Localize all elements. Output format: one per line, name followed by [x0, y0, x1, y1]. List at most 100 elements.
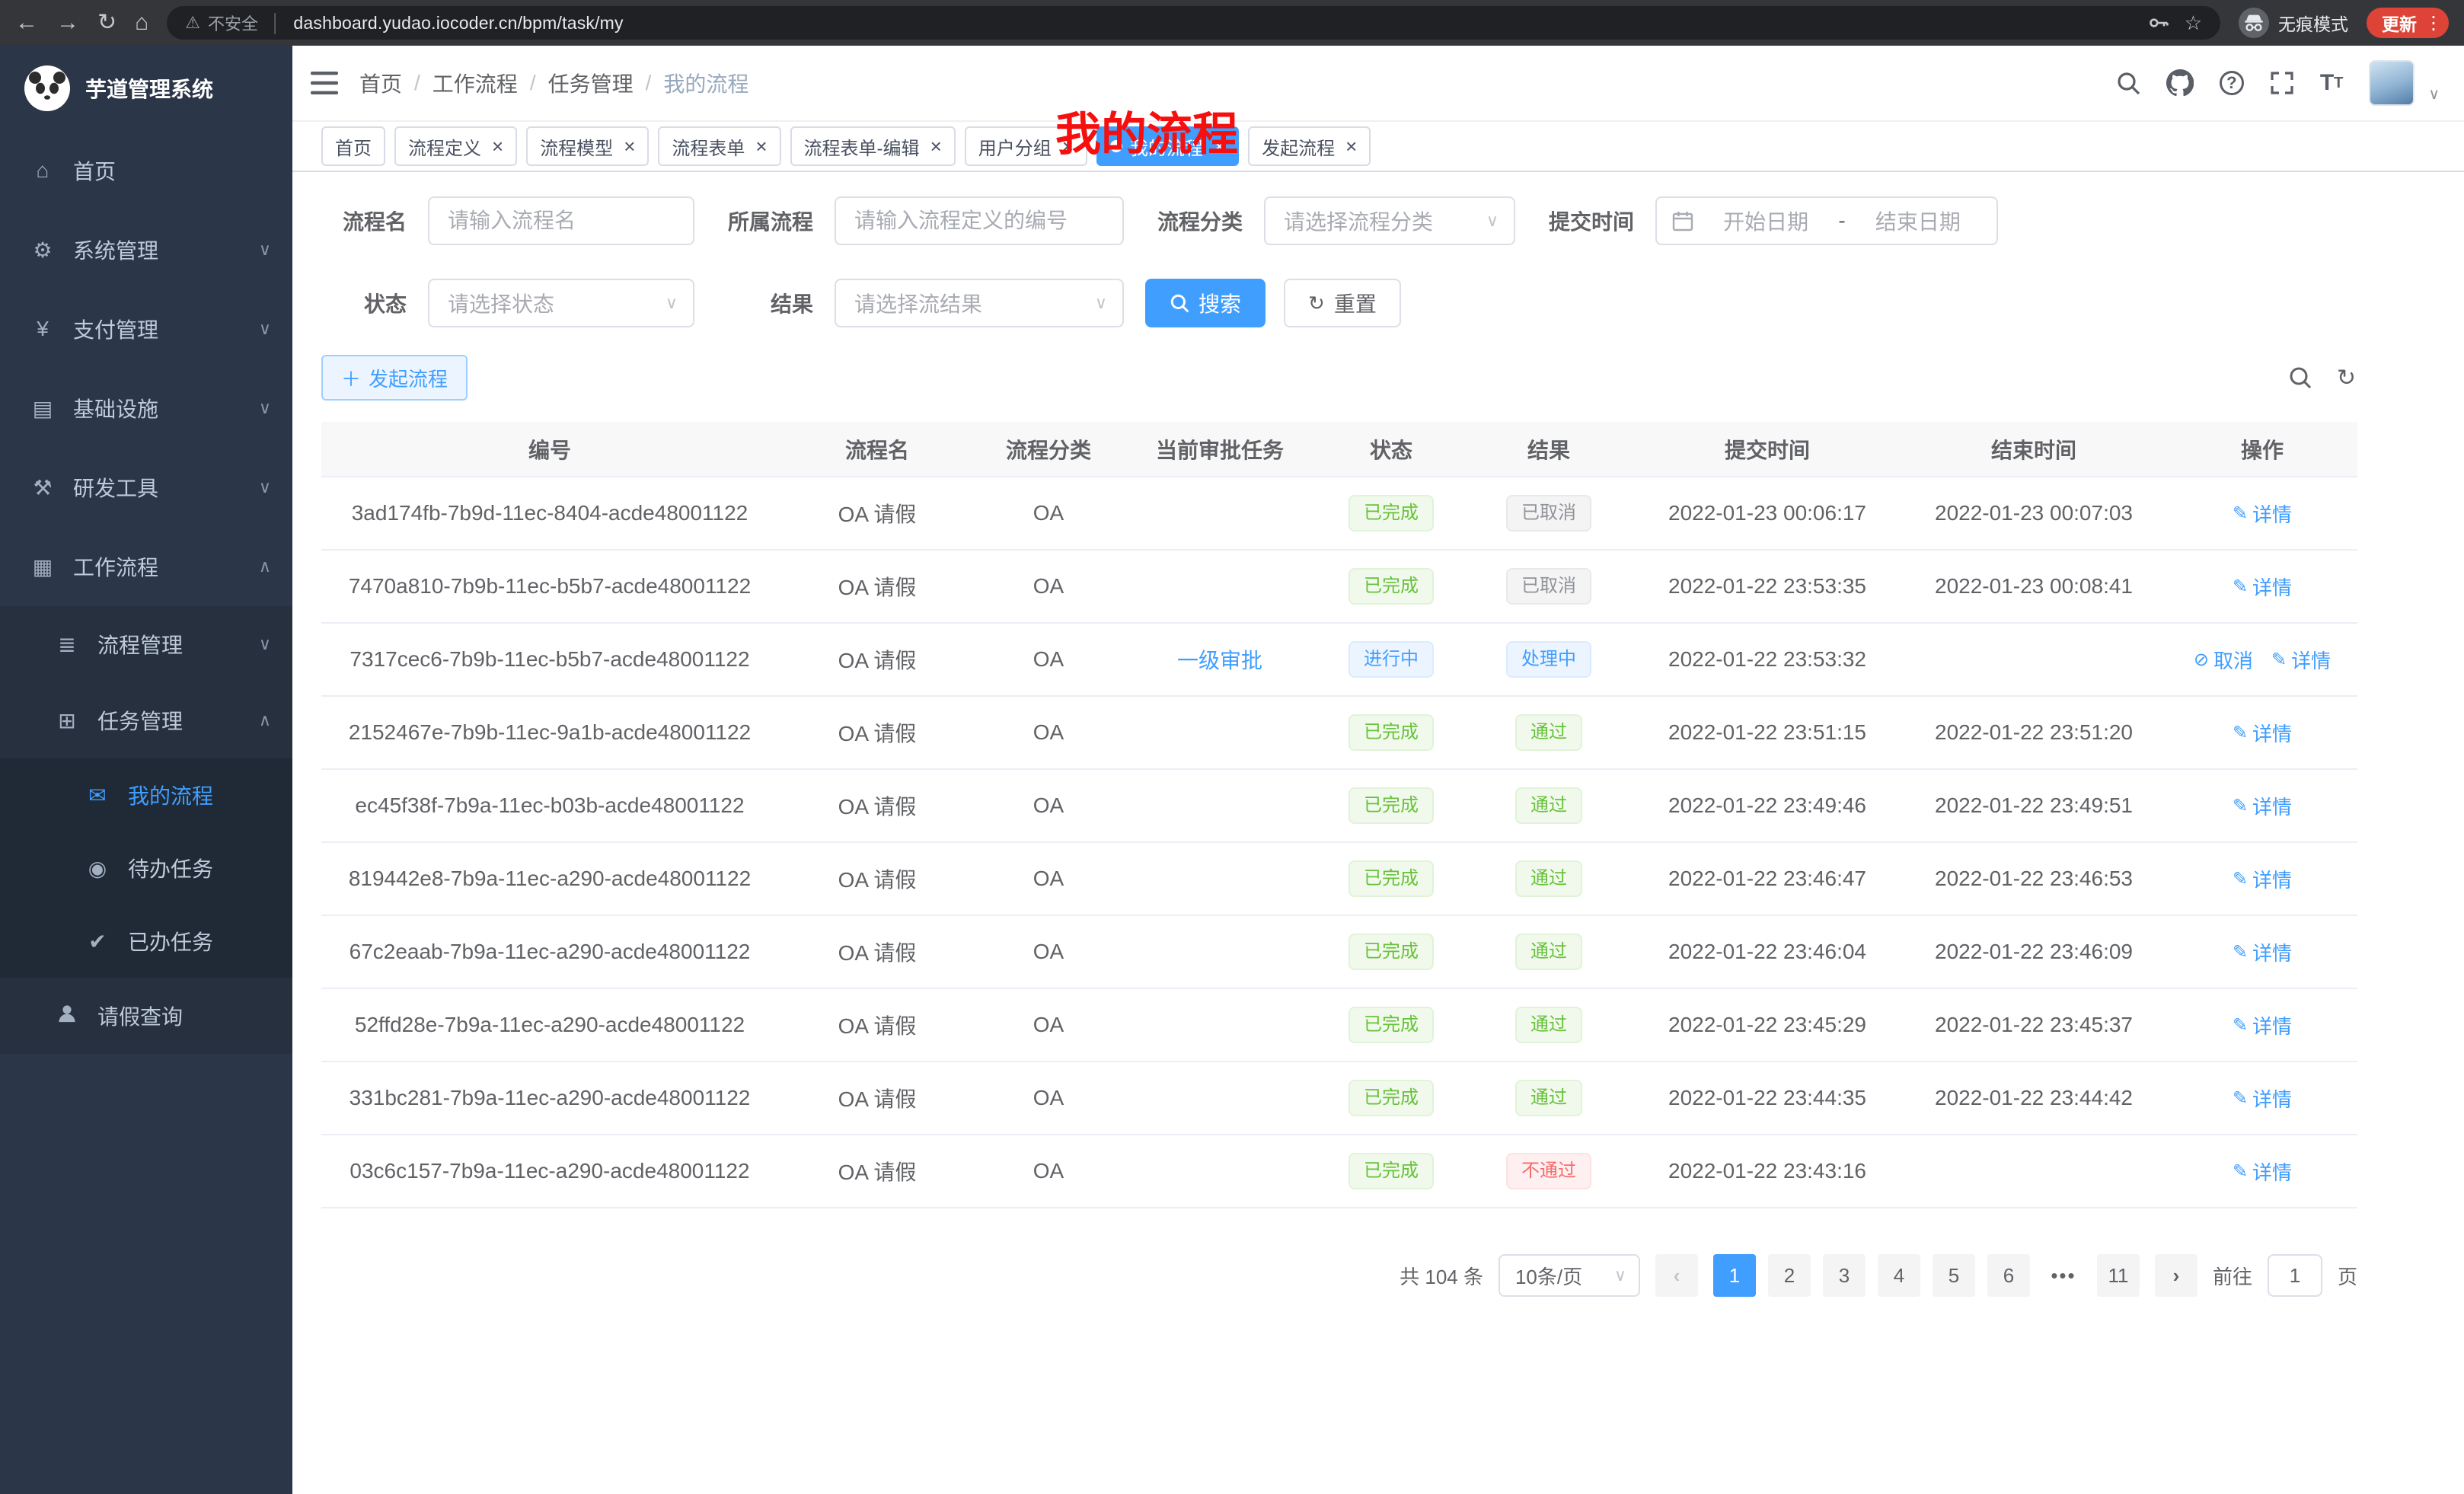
result-select[interactable]: 请选择流结果 ∨	[835, 279, 1124, 327]
hamburger-icon[interactable]	[311, 72, 338, 94]
tab-首页[interactable]: 首页	[321, 126, 385, 166]
detail-action-link[interactable]: ✎详情	[2233, 573, 2292, 601]
current-task-link[interactable]: 一级审批	[1177, 649, 1262, 672]
key-icon[interactable]	[2148, 12, 2169, 34]
close-icon[interactable]: ×	[1345, 136, 1357, 156]
sidebar-item-我的流程[interactable]: ✉我的流程	[0, 758, 292, 832]
status-select[interactable]: 请选择状态 ∨	[428, 279, 694, 327]
sidebar-item-支付管理[interactable]: ¥支付管理∨	[0, 289, 292, 369]
fullscreen-icon[interactable]	[2270, 71, 2294, 95]
sidebar-item-任务管理[interactable]: ⊞任务管理∧	[0, 682, 292, 758]
submit-time-range-picker[interactable]: 开始日期 - 结束日期	[1655, 196, 1998, 245]
page-button-5[interactable]: 5	[1933, 1254, 1975, 1297]
sidebar-item-label: 支付管理	[73, 314, 158, 344]
not-secure-warning[interactable]: ⚠ 不安全	[185, 11, 258, 35]
page-button-3[interactable]: 3	[1823, 1254, 1866, 1297]
sidebar-item-已办任务[interactable]: ✔已办任务	[0, 905, 292, 978]
category-select[interactable]: 请选择流程分类 ∨	[1264, 196, 1515, 245]
page-button-2[interactable]: 2	[1768, 1254, 1811, 1297]
sidebar-item-基础设施[interactable]: ▤基础设施∨	[0, 369, 292, 448]
app-logo[interactable]: 芋道管理系统	[0, 46, 292, 131]
prev-page-button[interactable]: ‹	[1655, 1254, 1698, 1297]
detail-action-link[interactable]: ✎详情	[2233, 500, 2292, 528]
column-header-提交时间: 提交时间	[1634, 422, 1901, 477]
address-bar[interactable]: ⚠ 不安全 │ dashboard.yudao.iocoder.cn/bpm/t…	[167, 6, 2220, 40]
tab-流程表单-编辑[interactable]: 流程表单-编辑×	[790, 126, 956, 166]
close-icon[interactable]: ×	[930, 136, 942, 156]
cell-submit-time: 2022-01-22 23:45:29	[1634, 988, 1901, 1061]
search-button[interactable]: 搜索	[1145, 279, 1266, 327]
help-icon[interactable]: ?	[2220, 71, 2244, 95]
cell-current-task	[1121, 769, 1319, 842]
close-icon[interactable]: ×	[755, 136, 767, 156]
cell-actions: ✎详情	[2167, 842, 2357, 915]
kebab-menu-icon[interactable]: ⋮	[2424, 12, 2443, 34]
breadcrumb-item-首页[interactable]: 首页	[359, 68, 402, 98]
tab-label: 我的流程	[1130, 133, 1203, 160]
sidebar-item-工作流程[interactable]: ▦工作流程∧	[0, 527, 292, 606]
tab-label: 流程模型	[540, 133, 613, 160]
font-size-icon[interactable]: TT	[2320, 70, 2344, 96]
tab-我的流程[interactable]: 我的流程 ×	[1096, 126, 1239, 166]
detail-action-link[interactable]: ✎详情	[2233, 792, 2292, 820]
filter-form: 流程名 所属流程 流程分类 请选择流程分类 ∨ 提交时间 开始日期	[321, 196, 2435, 327]
chat-icon: ✉	[85, 783, 110, 808]
reset-button[interactable]: ↻ 重置	[1284, 279, 1401, 327]
cell-current-task	[1121, 550, 1319, 623]
process-name-input[interactable]	[428, 196, 694, 245]
tab-流程定义[interactable]: 流程定义×	[394, 126, 517, 166]
goto-page-input[interactable]	[2268, 1254, 2322, 1297]
page-button-6[interactable]: 6	[1987, 1254, 2030, 1297]
browser-reload-icon[interactable]: ↻	[97, 11, 116, 34]
browser-forward-icon[interactable]: →	[56, 11, 79, 34]
cell-process-id: 2152467e-7b9b-11ec-9a1b-acde48001122	[321, 696, 778, 769]
detail-action-link[interactable]: ✎详情	[2233, 719, 2292, 747]
sidebar-item-研发工具[interactable]: ⚒研发工具∨	[0, 448, 292, 527]
browser-back-icon[interactable]: ←	[15, 11, 38, 34]
cell-end-time: 2022-01-22 23:46:53	[1901, 842, 2167, 915]
action-label: 详情	[2252, 1084, 2292, 1113]
bookmark-star-icon[interactable]: ☆	[2185, 11, 2202, 35]
page-button-4[interactable]: 4	[1878, 1254, 1920, 1297]
detail-action-link[interactable]: ✎详情	[2233, 1084, 2292, 1113]
sidebar-item-系统管理[interactable]: ⚙系统管理∨	[0, 210, 292, 289]
close-icon[interactable]: ×	[1062, 136, 1074, 156]
close-icon[interactable]: ×	[1214, 136, 1225, 156]
page-button-1[interactable]: 1	[1713, 1254, 1756, 1297]
parent-process-input[interactable]	[835, 196, 1124, 245]
update-button[interactable]: 更新 ⋮	[2367, 8, 2449, 38]
cell-submit-time: 2022-01-22 23:46:04	[1634, 915, 1901, 988]
detail-action-link[interactable]: ✎详情	[2233, 865, 2292, 893]
sidebar-item-请假查询[interactable]: 请假查询	[0, 978, 292, 1054]
search-icon[interactable]	[2116, 71, 2140, 95]
breadcrumb-item-任务管理[interactable]: 任务管理	[548, 68, 634, 98]
detail-action-link[interactable]: ✎详情	[2233, 1157, 2292, 1186]
github-icon[interactable]	[2166, 69, 2194, 97]
page-button-11[interactable]: 11	[2097, 1254, 2140, 1297]
next-page-button[interactable]: ›	[2155, 1254, 2197, 1297]
create-process-button[interactable]: ＋ 发起流程	[321, 355, 468, 401]
close-icon[interactable]: ×	[492, 136, 503, 156]
table-row: 3ad174fb-7b9d-11ec-8404-acde48001122OA 请…	[321, 477, 2357, 550]
sidebar-item-流程管理[interactable]: ≣流程管理∨	[0, 606, 292, 682]
sidebar-item-待办任务[interactable]: ◉待办任务	[0, 832, 292, 905]
page-size-select[interactable]: 10条/页 ∨	[1499, 1254, 1640, 1297]
search-toggle-icon[interactable]	[2288, 366, 2312, 390]
detail-action-link[interactable]: ✎详情	[2233, 938, 2292, 966]
refresh-table-icon[interactable]: ↻	[2337, 365, 2356, 391]
tab-流程表单[interactable]: 流程表单×	[658, 126, 780, 166]
tab-用户分组[interactable]: 用户分组×	[965, 126, 1087, 166]
breadcrumb-item-工作流程[interactable]: 工作流程	[432, 68, 518, 98]
tab-发起流程[interactable]: 发起流程×	[1248, 126, 1371, 166]
detail-action-link[interactable]: ✎详情	[2271, 646, 2331, 674]
cancel-action-link[interactable]: ⊘取消	[2194, 646, 2253, 674]
detail-action-link[interactable]: ✎详情	[2233, 1011, 2292, 1039]
sidebar-item-首页[interactable]: ⌂首页	[0, 131, 292, 210]
cell-submit-time: 2022-01-22 23:53:35	[1634, 550, 1901, 623]
close-icon[interactable]: ×	[624, 136, 635, 156]
avatar[interactable]	[2369, 60, 2415, 106]
browser-home-icon[interactable]: ⌂	[135, 11, 148, 34]
chevron-down-icon: ∨	[1486, 211, 1499, 231]
tab-流程模型[interactable]: 流程模型 ×	[526, 126, 649, 166]
action-label: 详情	[2252, 1011, 2292, 1039]
